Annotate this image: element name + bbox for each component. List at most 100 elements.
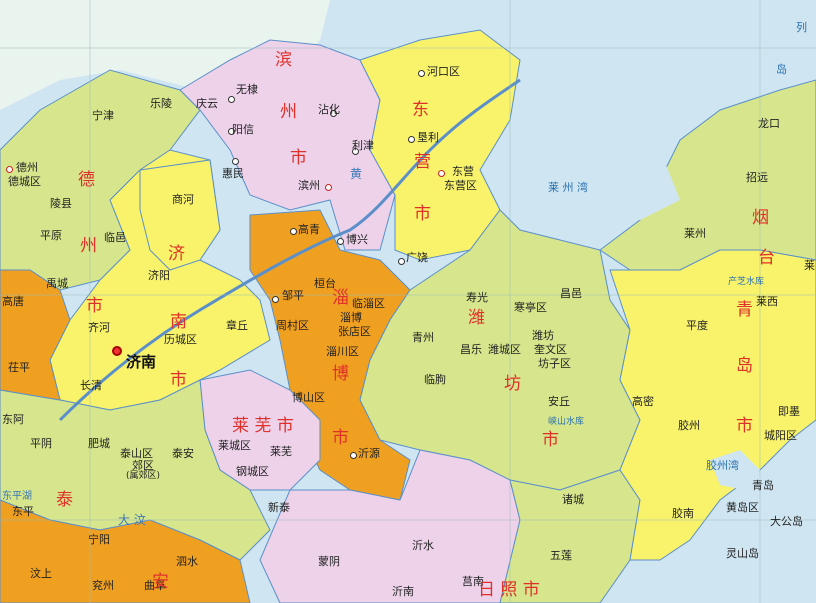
- label-huangdao: 黄岛区: [726, 501, 759, 514]
- city-dot: [6, 166, 13, 173]
- prefecture-dongying-1: 东: [412, 100, 429, 120]
- label-ningjin: 宁津: [92, 109, 114, 122]
- prefecture-yantai-2: 台: [758, 248, 775, 268]
- county-dot: [398, 258, 405, 265]
- label-jiaonan: 胶南: [672, 507, 694, 520]
- county-dot: [350, 452, 357, 459]
- label-fangzi: 坊子区: [538, 357, 571, 370]
- label-laizhou: 莱州: [684, 227, 706, 240]
- county-dot: [408, 136, 415, 143]
- label-linyi: 临邑: [104, 231, 126, 244]
- prefecture-jinan-3: 市: [170, 370, 187, 390]
- label-jiyang: 济阳: [148, 269, 170, 282]
- label-binzhou: 滨州: [298, 179, 320, 192]
- label-weicheng: 潍城区: [488, 343, 521, 356]
- label-ningyang: 宁阳: [88, 533, 110, 546]
- label-dongpinghu: 东平湖: [2, 491, 32, 502]
- label-wudi: 无棣: [236, 83, 258, 96]
- label-kenli: 垦利: [417, 131, 439, 144]
- prefecture-dezhou-1: 德: [78, 170, 95, 190]
- label-liedao: 列: [796, 21, 807, 34]
- county-dot: [232, 158, 239, 165]
- label-hanting: 寒亭区: [514, 301, 547, 314]
- prefecture-laiwu: 莱 芜 市: [232, 416, 294, 436]
- label-mengyin: 蒙阴: [318, 555, 340, 568]
- prefecture-qingdao-2: 岛: [736, 356, 753, 376]
- label-laicheng: 莱城区: [218, 439, 251, 452]
- label-leling: 乐陵: [150, 97, 172, 110]
- label-qingdao: 青岛: [752, 479, 774, 492]
- label-zichuan: 淄川区: [326, 345, 359, 358]
- label-laizhouwan: 莱 州 湾: [548, 181, 588, 194]
- label-qingyun: 庆云: [196, 97, 218, 110]
- label-changle: 昌乐: [460, 343, 482, 356]
- capital-label: 济南: [126, 353, 157, 371]
- prefecture-taian-1: 泰: [56, 490, 73, 510]
- prefecture-yantai-1: 烟: [752, 208, 769, 228]
- label-dezhou: 德州: [16, 161, 38, 174]
- label-dongying: 东营: [452, 165, 474, 178]
- prefecture-dezhou-3: 市: [86, 296, 103, 316]
- label-longkou: 龙口: [758, 117, 780, 130]
- label-feicheng: 肥城: [88, 437, 110, 450]
- label-hekou: 河口区: [427, 65, 460, 78]
- label-huanghe: 黄: [350, 167, 363, 181]
- label-guangrao: 广饶: [406, 251, 428, 264]
- county-dot: [228, 96, 235, 103]
- label-chanzhishui: 产芝水库: [728, 277, 765, 287]
- label-kuiwen: 奎文区: [534, 343, 567, 356]
- label-yishui: 沂水: [412, 539, 434, 552]
- label-boshan: 博山区: [292, 391, 325, 404]
- prefecture-jinan-2: 南: [170, 312, 187, 332]
- label-lingxian: 陵县: [50, 197, 72, 210]
- label-changyi: 昌邑: [560, 287, 582, 300]
- label-yangxin: 阳信: [232, 123, 254, 136]
- label-laiwu: 莱芜: [270, 445, 292, 458]
- label-jimo: 即墨: [778, 405, 800, 418]
- label-licheng: 历城区: [164, 333, 197, 346]
- city-dot: [438, 170, 445, 177]
- prefecture-zibo-2: 博: [332, 364, 349, 384]
- prefecture-taian-2: 安: [152, 572, 169, 592]
- prefecture-weifang-1: 潍: [468, 308, 485, 328]
- label-boxing: 博兴: [346, 233, 368, 246]
- label-pingyin: 平阴: [30, 437, 52, 450]
- prefecture-zibo-3: 市: [332, 428, 349, 448]
- label-gangcheng: 钢城区: [236, 465, 269, 478]
- label-lai-edge: 莱: [804, 259, 815, 272]
- label-taishan: 泰山区: [120, 447, 153, 460]
- label-shi: 市: [290, 148, 307, 168]
- label-pingdu: 平度: [686, 319, 708, 332]
- label-chengyang: 城阳区: [764, 429, 797, 442]
- label-shanghe: 商河: [172, 193, 194, 206]
- label-zhaoyuan: 招远: [746, 171, 768, 184]
- prefecture-dongying-3: 市: [414, 204, 431, 224]
- label-zhou: 州: [280, 102, 297, 122]
- label-huimin: 惠民: [222, 167, 244, 180]
- label-lingshandao: 灵山岛: [726, 547, 759, 560]
- label-shuangying: (属郊区): [126, 471, 161, 481]
- prefecture-weifang-3: 市: [542, 430, 559, 450]
- label-wulian: 五莲: [550, 549, 572, 562]
- label-dongping: 东平: [12, 505, 34, 518]
- label-laixi: 莱西: [756, 295, 778, 308]
- label-yinan: 沂南: [392, 585, 414, 598]
- label-taian: 泰安: [172, 447, 194, 460]
- label-xiashan: 峡山水库: [548, 417, 585, 427]
- prefecture-qingdao-3: 市: [736, 416, 753, 436]
- label-zhangqiu: 章丘: [226, 319, 248, 332]
- label-qingzhou: 青州: [412, 331, 434, 344]
- prefecture-jinan-1: 济: [168, 244, 185, 264]
- label-zibo: 淄博: [340, 311, 362, 324]
- prefecture-weifang-2: 坊: [504, 374, 521, 394]
- label-yanzhou: 兖州: [92, 579, 114, 592]
- county-dot: [418, 70, 425, 77]
- label-donge: 东阿: [2, 413, 24, 426]
- label-zhucheng: 诸城: [562, 493, 584, 506]
- label-gaoqing: 高青: [298, 223, 320, 236]
- label-dagongdao: 大公岛: [770, 515, 803, 528]
- prefecture-qingdao-1: 青: [736, 300, 753, 320]
- prefecture-dongying-2: 营: [414, 152, 431, 172]
- prefecture-zibo-1: 淄: [332, 288, 349, 308]
- label-gaotang: 高唐: [2, 295, 24, 308]
